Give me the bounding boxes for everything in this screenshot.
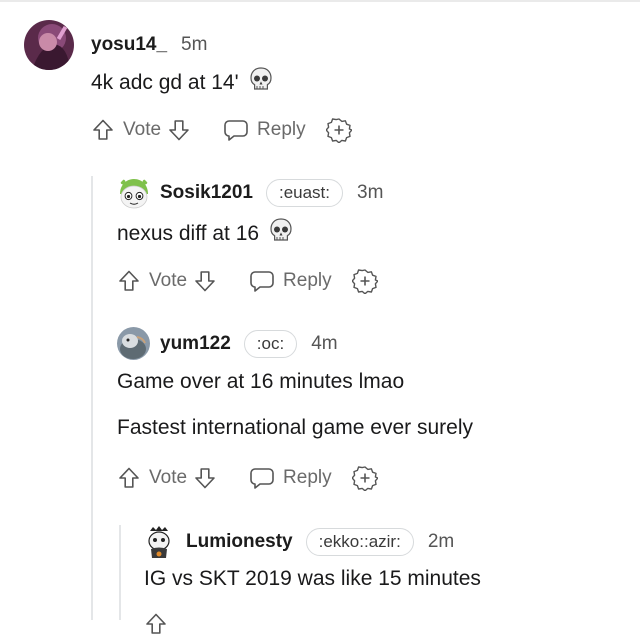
comment-header: Sosik1201 :euast: 3m	[117, 176, 383, 210]
downvote-arrow-icon	[195, 271, 215, 292]
comment-header: yosu14_ 5m	[24, 20, 207, 70]
speech-bubble-icon	[250, 468, 274, 489]
upvote-arrow-icon	[119, 467, 139, 488]
user-flair: :euast:	[265, 179, 344, 207]
thread-line[interactable]	[119, 525, 121, 620]
add-award-button[interactable]	[325, 117, 352, 143]
reply-button[interactable]: Reply	[249, 269, 332, 293]
timestamp: 5m	[181, 34, 208, 55]
vote-label: Vote	[149, 270, 188, 291]
user-flair: :oc:	[243, 329, 298, 358]
add-award-icon	[351, 466, 378, 491]
reply-button[interactable]: Reply	[249, 466, 332, 490]
skull-emoji-icon	[249, 67, 273, 99]
reply-button[interactable]: Reply	[223, 118, 306, 142]
avatar[interactable]	[144, 525, 174, 559]
username[interactable]: Sosik1201	[160, 182, 253, 204]
downvote-button[interactable]	[193, 466, 217, 490]
comment-body-line: Fastest international game ever surely	[117, 416, 474, 439]
top-divider	[0, 0, 640, 2]
timestamp: 2m	[427, 531, 455, 552]
upvote-button[interactable]	[91, 118, 115, 142]
upvote-button[interactable]	[117, 466, 141, 490]
comment-actions: Vote Reply	[91, 117, 352, 143]
timestamp: 4m	[311, 332, 338, 354]
reply-label: Reply	[283, 467, 332, 488]
username[interactable]: yum122	[160, 333, 231, 355]
comment-actions: Vote Reply	[117, 465, 378, 491]
username[interactable]: Lumionesty	[186, 531, 293, 553]
add-award-icon	[325, 118, 352, 143]
thread-line[interactable]	[91, 176, 93, 620]
comment-actions-partial	[144, 612, 168, 636]
downvote-button[interactable]	[193, 269, 217, 293]
comment-text: 4k adc gd at 14'	[91, 71, 239, 94]
reply-label: Reply	[283, 270, 332, 291]
vote-label: Vote	[149, 467, 188, 488]
add-award-icon	[351, 269, 378, 294]
comment-body: nexus diff at 16	[117, 218, 293, 250]
skull-emoji-icon	[269, 218, 293, 250]
comment-body-line: IG vs SKT 2019 was like 15 minutes	[144, 567, 481, 590]
downvote-arrow-icon	[169, 120, 189, 141]
upvote-button[interactable]	[144, 612, 168, 636]
downvote-arrow-icon	[195, 468, 215, 489]
speech-bubble-icon	[224, 120, 248, 141]
vote-label: Vote	[123, 119, 162, 140]
comment-text: nexus diff at 16	[117, 222, 260, 245]
comment-header: Lumionesty :ekko::azir: 2m	[144, 525, 454, 559]
upvote-arrow-icon	[119, 270, 139, 291]
comment-body: 4k adc gd at 14'	[91, 67, 273, 99]
comment-body-line: Game over at 16 minutes lmao	[117, 370, 405, 393]
add-award-button[interactable]	[351, 268, 378, 294]
comment-actions: Vote Reply	[117, 268, 378, 294]
avatar[interactable]	[117, 176, 151, 210]
downvote-button[interactable]	[167, 118, 191, 142]
speech-bubble-icon	[250, 271, 274, 292]
user-flair: :ekko::azir:	[305, 528, 414, 556]
comment-header: yum122 :oc: 4m	[117, 327, 338, 360]
reply-label: Reply	[257, 119, 306, 140]
avatar[interactable]	[117, 327, 150, 360]
upvote-arrow-icon	[146, 613, 166, 634]
upvote-button[interactable]	[117, 269, 141, 293]
username[interactable]: yosu14_	[91, 34, 167, 56]
timestamp: 3m	[357, 182, 384, 203]
upvote-arrow-icon	[93, 119, 113, 140]
avatar[interactable]	[24, 20, 74, 70]
add-award-button[interactable]	[351, 465, 378, 491]
